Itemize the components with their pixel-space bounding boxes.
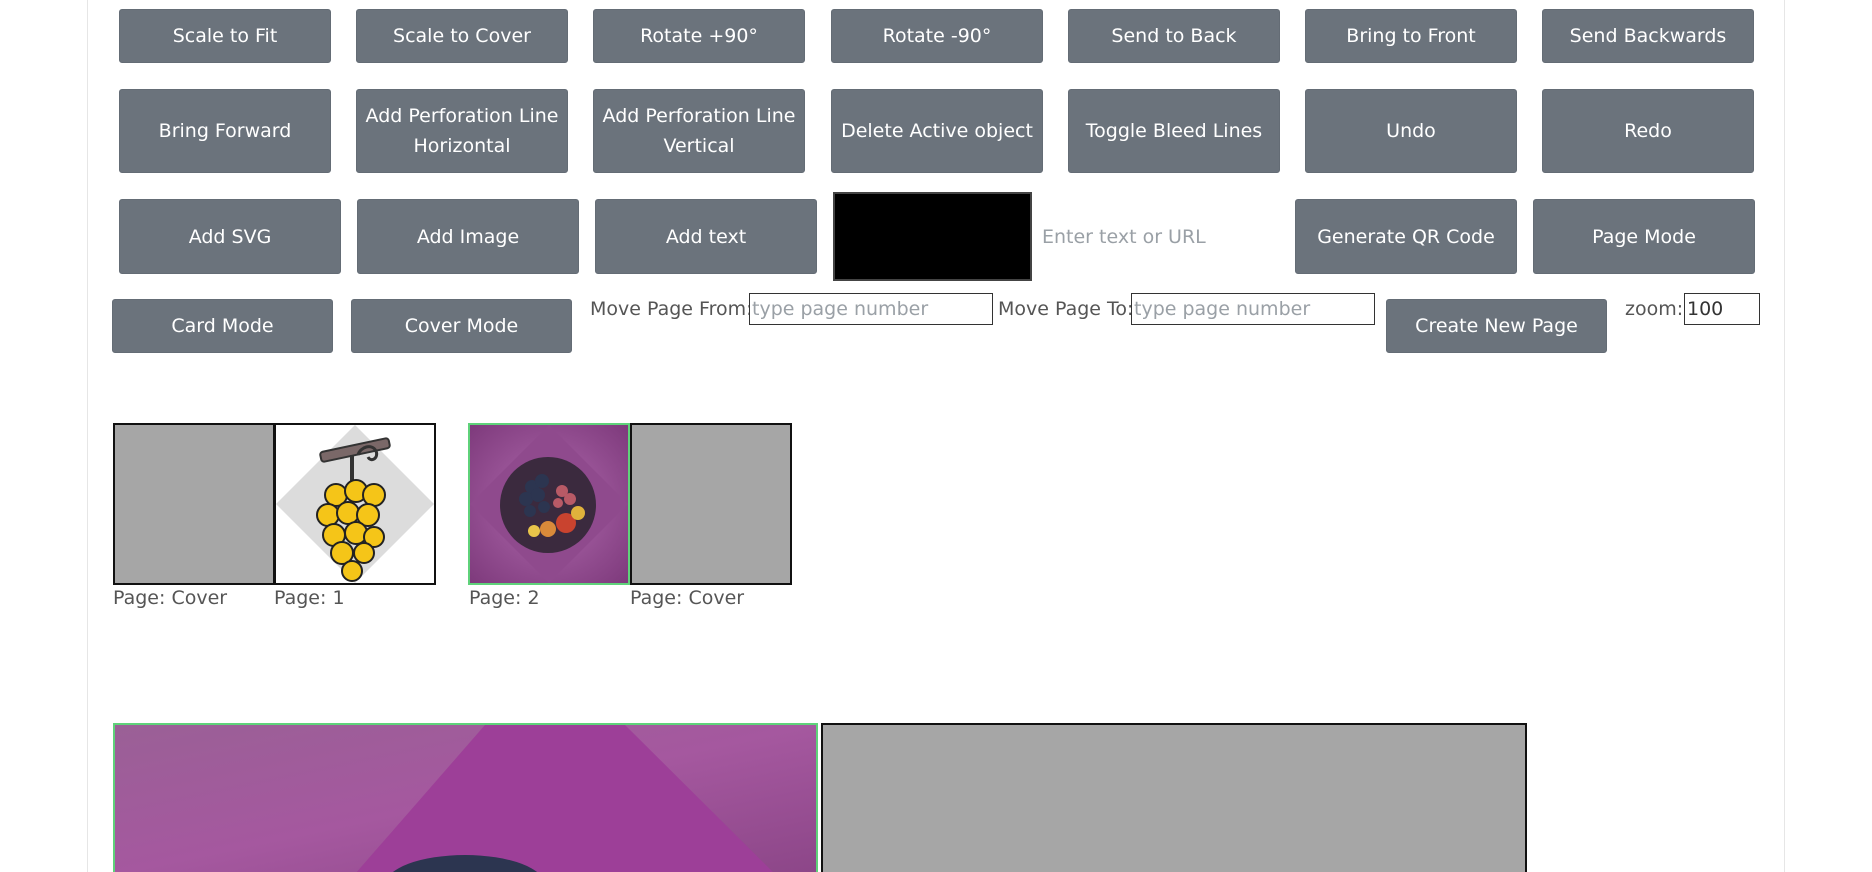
- add-image-button[interactable]: Add Image: [357, 199, 579, 274]
- generate-qr-code-button[interactable]: Generate QR Code: [1295, 199, 1517, 274]
- add-perforation-horizontal-button[interactable]: Add Perforation Line Horizontal: [356, 89, 568, 173]
- qr-text-input[interactable]: Enter text or URL: [1042, 226, 1206, 248]
- content-left-border: [87, 0, 88, 872]
- move-to-input[interactable]: [1131, 293, 1375, 325]
- bring-forward-button[interactable]: Bring Forward: [119, 89, 331, 173]
- thumbnail-caption: Page: Cover: [113, 587, 228, 609]
- redo-button[interactable]: Redo: [1542, 89, 1754, 173]
- color-picker[interactable]: [833, 192, 1032, 281]
- thumbnail-caption: Page: Cover: [630, 587, 745, 609]
- send-backwards-button[interactable]: Send Backwards: [1542, 9, 1754, 63]
- page-thumbnail-cover-back[interactable]: [630, 423, 792, 585]
- move-to-label: Move Page To:: [998, 298, 1134, 320]
- delete-active-object-button[interactable]: Delete Active object: [831, 89, 1043, 173]
- cover-mode-button[interactable]: Cover Mode: [351, 299, 572, 353]
- page-thumbnail-2[interactable]: [468, 423, 630, 585]
- move-from-label: Move Page From:: [590, 298, 753, 320]
- canvas-page-right[interactable]: [821, 723, 1527, 872]
- card-mode-button[interactable]: Card Mode: [112, 299, 333, 353]
- bring-to-front-button[interactable]: Bring to Front: [1305, 9, 1517, 63]
- fruit-plate-canvas-image: [115, 725, 816, 872]
- add-text-button[interactable]: Add text: [595, 199, 817, 274]
- create-new-page-button[interactable]: Create New Page: [1386, 299, 1607, 353]
- add-perforation-vertical-button[interactable]: Add Perforation Line Vertical: [593, 89, 805, 173]
- zoom-label: zoom:: [1625, 298, 1684, 320]
- move-from-input[interactable]: [749, 293, 993, 325]
- zoom-input[interactable]: [1684, 293, 1760, 325]
- send-to-back-button[interactable]: Send to Back: [1068, 9, 1280, 63]
- thumbnail-caption: Page: 1: [274, 587, 345, 609]
- scale-to-fit-button[interactable]: Scale to Fit: [119, 9, 331, 63]
- page-thumbnail-cover-front[interactable]: [113, 423, 275, 585]
- grapes-icon: [276, 425, 434, 583]
- toggle-bleed-lines-button[interactable]: Toggle Bleed Lines: [1068, 89, 1280, 173]
- canvas-page-left[interactable]: [113, 723, 818, 872]
- scale-to-cover-button[interactable]: Scale to Cover: [356, 9, 568, 63]
- content-right-border: [1784, 0, 1785, 872]
- rotate-minus-90-button[interactable]: Rotate -90°: [831, 9, 1043, 63]
- fruit-plate-photo: [470, 425, 628, 583]
- undo-button[interactable]: Undo: [1305, 89, 1517, 173]
- page-mode-button[interactable]: Page Mode: [1533, 199, 1755, 274]
- rotate-plus-90-button[interactable]: Rotate +90°: [593, 9, 805, 63]
- thumbnail-caption: Page: 2: [469, 587, 540, 609]
- page-thumbnail-1[interactable]: [274, 423, 436, 585]
- add-svg-button[interactable]: Add SVG: [119, 199, 341, 274]
